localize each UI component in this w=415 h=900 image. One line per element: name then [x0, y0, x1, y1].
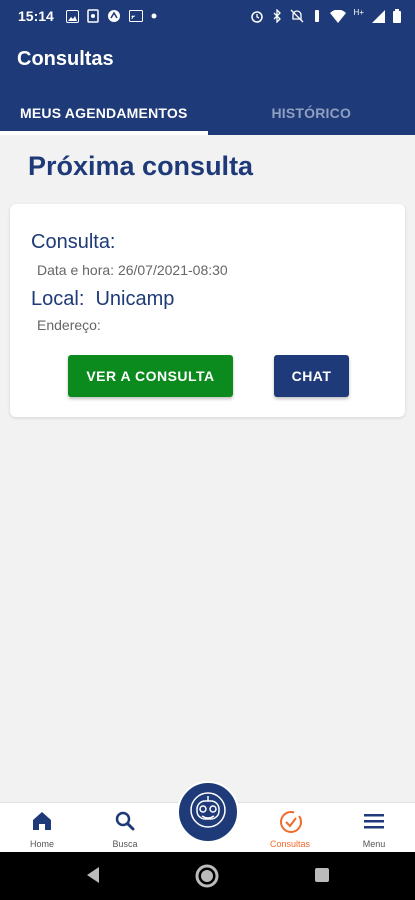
app-circle-icon [107, 9, 121, 23]
check-circle-icon [278, 809, 302, 833]
home-button-icon[interactable] [195, 864, 219, 893]
dot-icon [151, 13, 157, 19]
chat-button[interactable]: CHAT [274, 355, 349, 397]
tab-historico[interactable]: HISTÓRICO [208, 92, 415, 135]
home-icon [30, 809, 54, 833]
status-time: 15:14 [18, 8, 54, 24]
alarm-icon [250, 9, 264, 23]
page-title: Consultas [17, 48, 114, 70]
cast-icon [128, 10, 143, 22]
menu-icon [362, 809, 386, 833]
image-icon [65, 9, 79, 23]
nav-item-busca[interactable]: Busca [95, 803, 155, 853]
tab-bar: MEUS AGENDAMENTOS HISTÓRICO [0, 92, 415, 135]
datetime-text: Data e hora: 26/07/2021-08:30 [37, 262, 228, 278]
nav-item-home[interactable]: Home [12, 803, 72, 853]
nav-label-home: Home [29, 839, 54, 849]
search-icon [113, 809, 137, 833]
status-bar: 15:14 H+ [0, 0, 415, 32]
vibrate-icon [312, 9, 322, 23]
app-header: 15:14 H+ Consultas MEUS AGENDAMENTOS HIS… [0, 0, 415, 135]
wifi-icon [329, 9, 346, 23]
view-appointment-button[interactable]: VER A CONSULTA [68, 355, 233, 397]
tab-indicator [0, 131, 208, 135]
assistant-button[interactable] [177, 781, 239, 843]
local-text: Local: Unicamp [31, 288, 175, 310]
back-icon[interactable] [84, 864, 102, 891]
section-title: Próxima consulta [28, 151, 254, 181]
system-nav-bar [0, 852, 415, 900]
bluetooth-icon [272, 9, 282, 23]
mute-icon [290, 9, 304, 23]
endereco-label: Endereço: [37, 317, 101, 333]
robot-avatar-icon [187, 789, 229, 836]
document-icon [87, 9, 99, 23]
signal-icon [372, 9, 385, 23]
appointment-card: Consulta: Data e hora: 26/07/2021-08:30 … [10, 204, 405, 417]
nav-item-menu[interactable]: Menu [344, 803, 404, 853]
nav-label-menu: Menu [362, 839, 386, 849]
battery-icon [393, 9, 401, 23]
nav-label-busca: Busca [112, 839, 138, 849]
recents-icon[interactable] [313, 864, 331, 891]
network-type-label: H+ [353, 7, 364, 17]
consulta-label: Consulta: [31, 231, 116, 253]
tab-meus-agendamentos[interactable]: MEUS AGENDAMENTOS [0, 92, 208, 135]
nav-item-consultas[interactable]: Consultas [260, 803, 320, 853]
nav-label-consultas: Consultas [269, 839, 311, 849]
